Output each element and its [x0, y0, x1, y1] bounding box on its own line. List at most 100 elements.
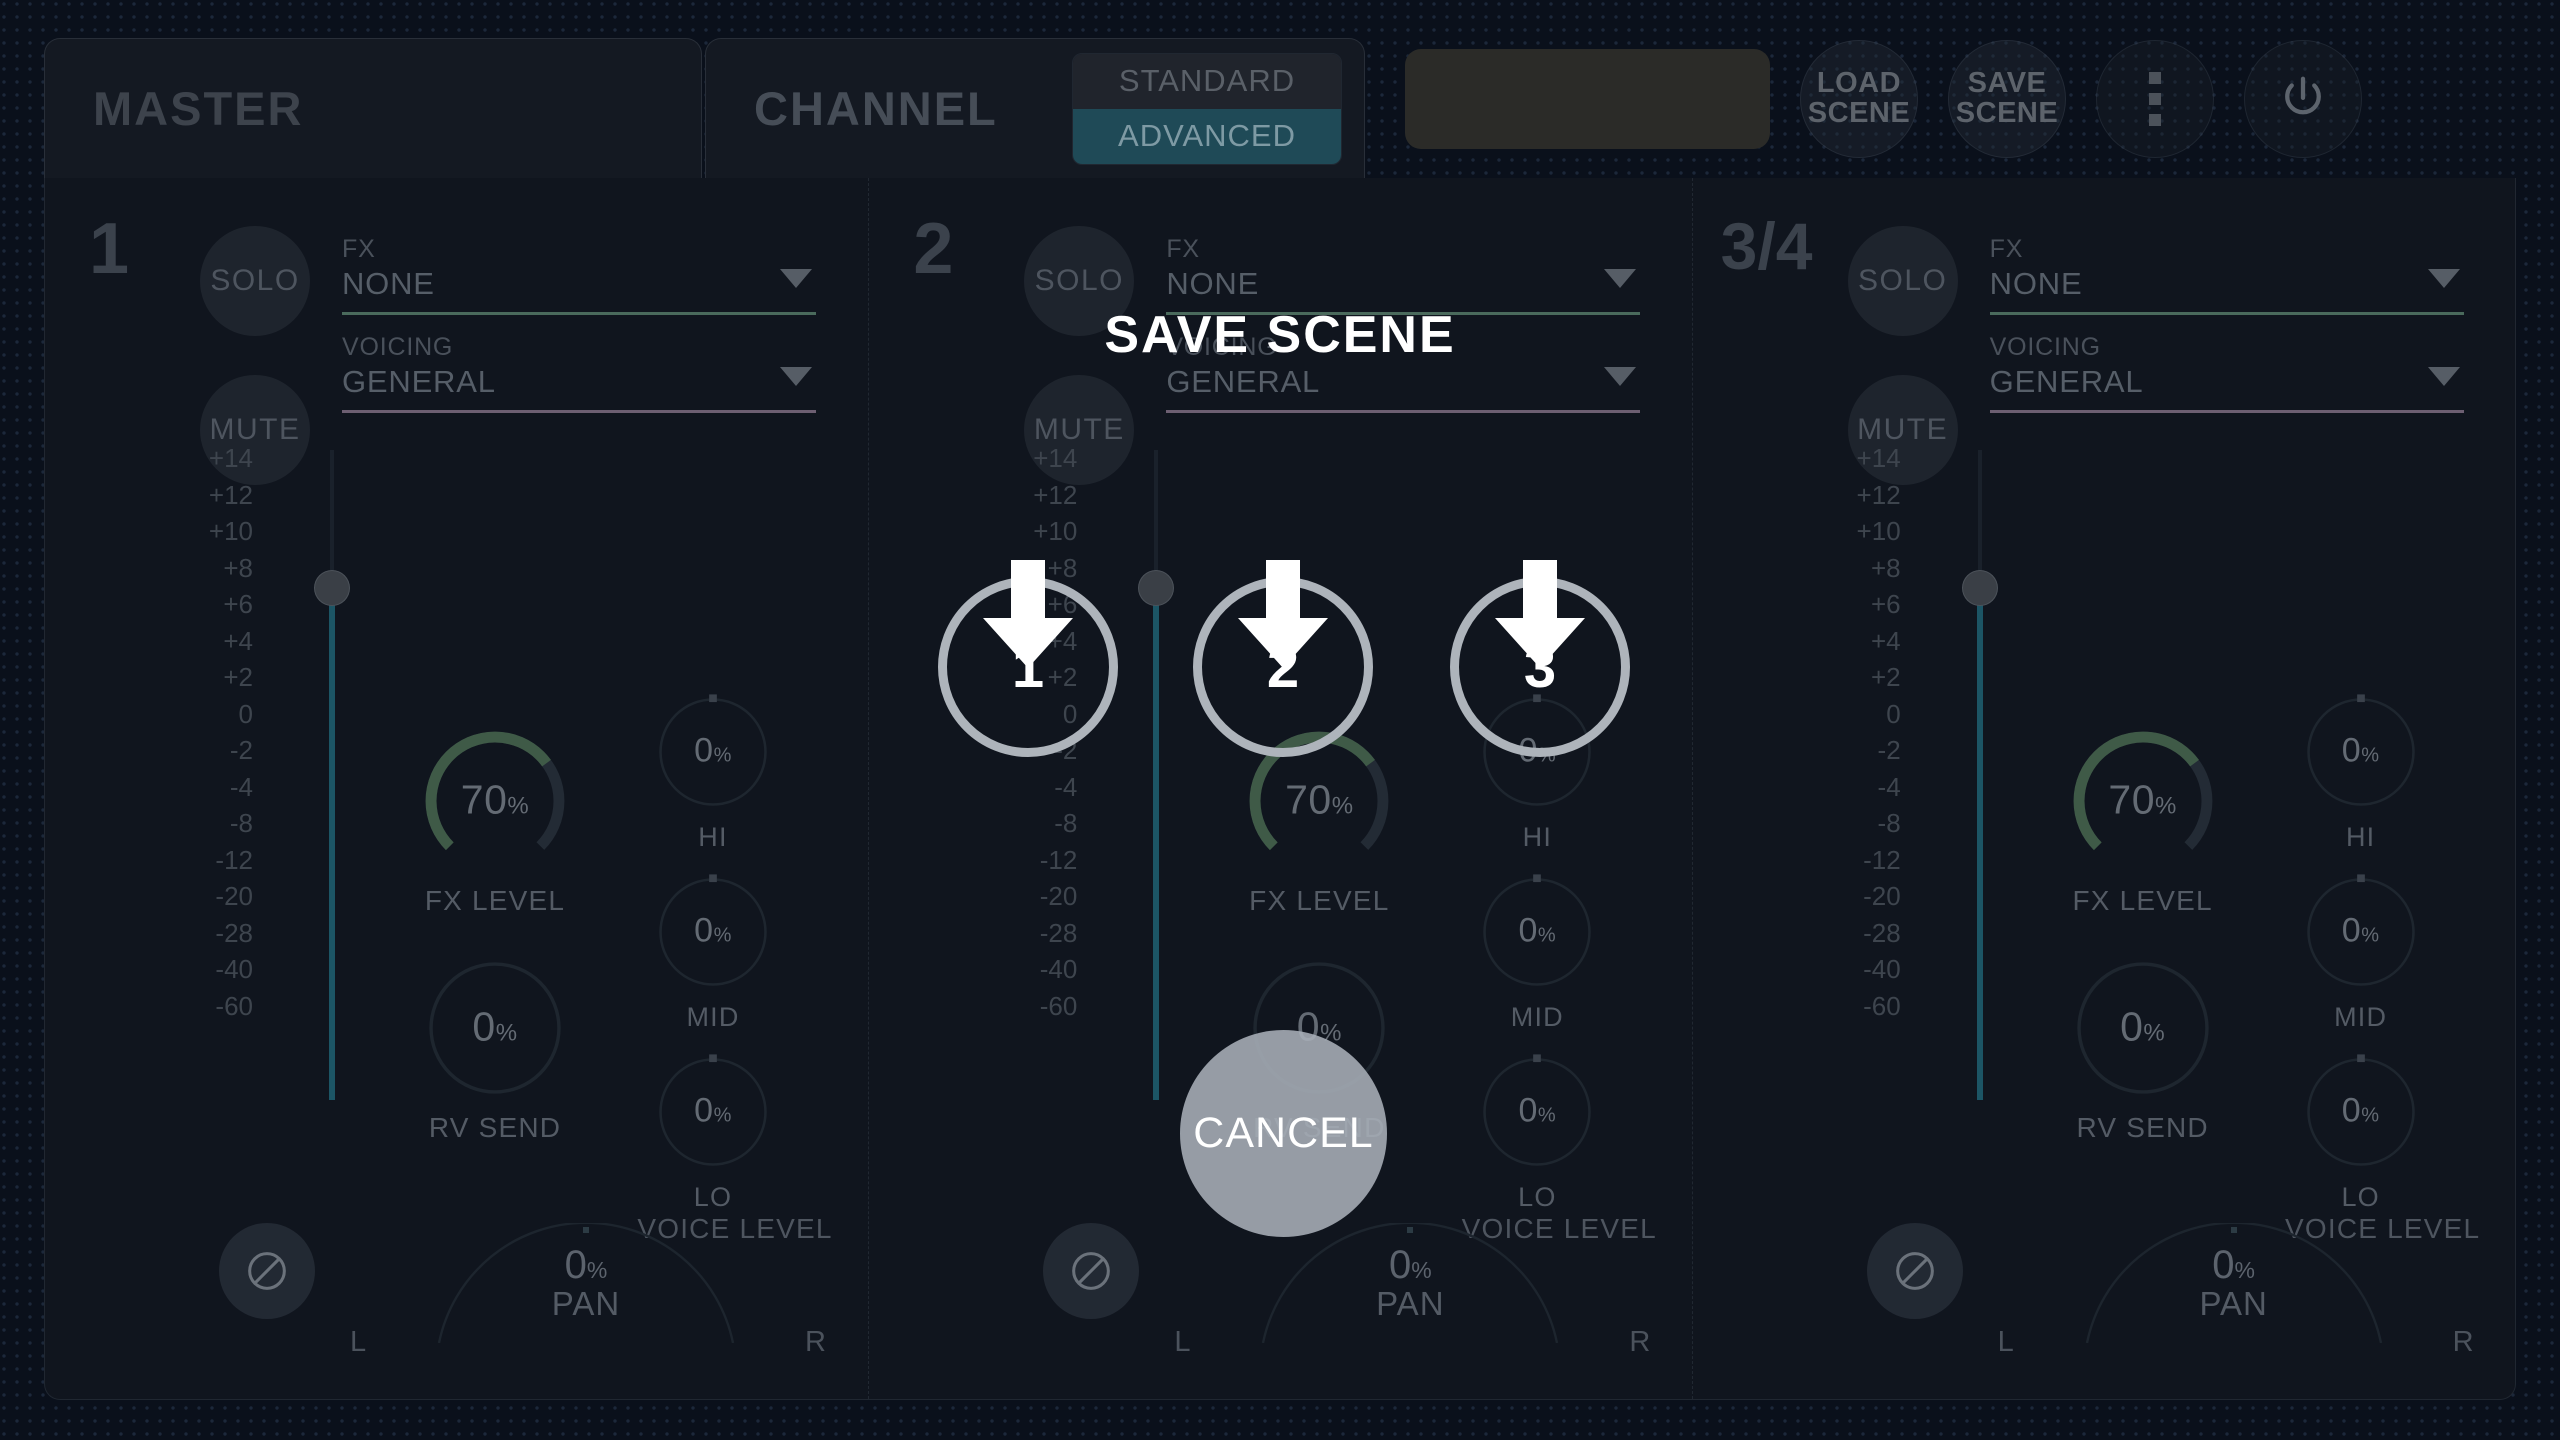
- channel-2-fx-caption: FX: [1166, 235, 1200, 263]
- mixer-app: MASTER CHANNEL STANDARD ADVANCED LOAD SC…: [0, 0, 2560, 1440]
- fader-tick: -40: [1863, 954, 1901, 984]
- view-mode-advanced[interactable]: ADVANCED: [1073, 108, 1341, 164]
- scene-slot-2-button[interactable]: 2: [1193, 577, 1373, 757]
- power-icon: [2285, 76, 2321, 115]
- pan-label: PAN: [551, 1285, 621, 1322]
- fx-level-value: 70%: [2108, 776, 2177, 823]
- channel-2-voicing-value: GENERAL: [1166, 364, 1321, 399]
- channel-1-fx-dropdown[interactable]: FX NONE: [342, 235, 816, 315]
- channel-1-eq-hi-knob[interactable]: 0% HI: [649, 688, 777, 853]
- scene-slot-3-button[interactable]: 3: [1450, 577, 1630, 757]
- channel-2-phase-invert-button[interactable]: [1043, 1223, 1140, 1319]
- pan-arc: 0% PAN: [421, 1221, 751, 1344]
- channel-1-fx-level-knob[interactable]: 70% FX LEVEL: [417, 723, 573, 917]
- channel-3-4-fader-scale: +14 +12 +10 +8 +6 +4 +2 0 -2 -4 -8 -12 -…: [1821, 440, 1901, 1024]
- channel-1-pan-control[interactable]: 0% PAN: [421, 1221, 751, 1344]
- channel-3-4-fx-dropdown[interactable]: FX NONE: [1989, 235, 2464, 315]
- channel-2-eq-lo-knob[interactable]: 0% LO: [1473, 1048, 1601, 1213]
- channel-2-pan-control[interactable]: 0% PAN: [1245, 1221, 1575, 1344]
- channel-3-4-fx-value: NONE: [1989, 266, 2083, 301]
- channel-1-eq-lo-knob[interactable]: 0% LO: [649, 1048, 777, 1213]
- eq-hi-label: HI: [698, 822, 728, 852]
- eq-hi-label: HI: [1522, 822, 1553, 852]
- fader-tick: +14: [208, 443, 253, 473]
- load-scene-label-2: SCENE: [1807, 97, 1911, 129]
- channel-3-4-voicing-dropdown[interactable]: VOICING GENERAL: [1989, 333, 2464, 413]
- save-scene-button[interactable]: SAVE SCENE: [1948, 40, 2066, 158]
- channel-3-4-pan-control[interactable]: 0% PAN: [2069, 1221, 2399, 1344]
- chevron-down-icon: [1604, 367, 1637, 386]
- channel-1-eq-mid-knob[interactable]: 0% MID: [649, 868, 777, 1033]
- channel-1-rv-send-knob[interactable]: 0% RV SEND: [417, 950, 573, 1144]
- save-scene-label-1: SAVE: [1967, 67, 2047, 100]
- view-mode-standard[interactable]: STANDARD: [1073, 53, 1341, 109]
- power-button[interactable]: [2244, 40, 2362, 158]
- view-mode-toggle[interactable]: STANDARD ADVANCED: [1072, 52, 1342, 165]
- load-scene-button[interactable]: LOAD SCENE: [1800, 40, 1918, 158]
- eq-mid-label: MID: [2334, 1002, 2388, 1032]
- rv-send-dial: 0%: [2065, 950, 2221, 1106]
- eq-mid-value: 0%: [694, 911, 732, 950]
- phase-invert-icon: [1895, 1252, 1934, 1290]
- channel-3-4-eq-hi-knob[interactable]: 0% HI: [2297, 688, 2425, 853]
- fader-tick: -2: [1877, 735, 1901, 765]
- channel-3-4-voicing-value: GENERAL: [1989, 364, 2144, 399]
- fader-handle[interactable]: [1961, 570, 1998, 606]
- channel-1-solo-button[interactable]: SOLO: [200, 226, 310, 336]
- fx-level-dial: 70%: [2065, 723, 2221, 879]
- channel-2-voicing-underline: [1166, 410, 1641, 413]
- channel-1-voicing-dropdown[interactable]: VOICING GENERAL: [342, 333, 816, 413]
- pan-value: 0%: [2212, 1243, 2255, 1287]
- fader-tick: +2: [1871, 662, 1901, 692]
- channel-3-4-fx-caption: FX: [1989, 235, 2024, 263]
- eq-lo-value: 0%: [1518, 1091, 1557, 1130]
- phase-invert-icon: [1072, 1252, 1111, 1290]
- channel-2-eq-mid-knob[interactable]: 0% MID: [1473, 868, 1601, 1033]
- channel-1-fader-scale: +14 +12 +10 +8 +6 +4 +2 0 -2 -4 -8 -12 -…: [173, 440, 253, 1024]
- channel-2-fx-dropdown[interactable]: FX NONE: [1166, 235, 1641, 315]
- pan-arc: 0% PAN: [2069, 1221, 2399, 1344]
- chevron-down-icon: [780, 269, 812, 288]
- load-scene-label-1: LOAD: [1816, 67, 1902, 100]
- channel-3-4-fx-level-knob[interactable]: 70% FX LEVEL: [2065, 723, 2221, 917]
- tab-master[interactable]: MASTER: [44, 38, 702, 178]
- fader-tick: +10: [1856, 516, 1901, 546]
- chevron-down-icon: [780, 367, 812, 386]
- channel-1-fx-underline: [342, 312, 816, 315]
- channel-2-fader[interactable]: [1138, 450, 1175, 1100]
- channel-2-pan-left-label: L: [1174, 1326, 1191, 1358]
- channel-3-4-eq-lo-knob[interactable]: 0% LO: [2297, 1048, 2425, 1213]
- fx-level-value: 70%: [1285, 776, 1354, 823]
- channel-3-4-eq-mid-knob[interactable]: 0% MID: [2297, 868, 2425, 1033]
- cancel-button[interactable]: CANCEL: [1180, 1030, 1387, 1237]
- channel-1-voicing-underline: [342, 410, 816, 413]
- channel-2-voicing-dropdown[interactable]: VOICING GENERAL: [1166, 333, 1641, 413]
- overflow-menu-button[interactable]: [2096, 40, 2214, 158]
- channel-3-4-solo-button[interactable]: SOLO: [1847, 226, 1958, 336]
- channel-3-4-phase-invert-button[interactable]: [1866, 1223, 1963, 1319]
- fader-tick: +12: [208, 479, 253, 510]
- fader-tick: -4: [1054, 771, 1078, 802]
- chevron-down-icon: [2427, 367, 2460, 386]
- channel-2-pan-right-label: R: [1629, 1326, 1651, 1358]
- scene-name-field[interactable]: [1405, 49, 1770, 149]
- channel-2-number: 2: [913, 209, 954, 289]
- channel-2-solo-button[interactable]: SOLO: [1024, 226, 1135, 336]
- fader-handle[interactable]: [314, 570, 350, 606]
- fader-tick: +4: [223, 625, 253, 656]
- channel-3-4-voicing-caption: VOICING: [1989, 333, 2101, 361]
- eq-hi-dial: 0%: [649, 688, 777, 816]
- channel-3-4-fader[interactable]: [1961, 450, 1998, 1100]
- scene-slot-1-button[interactable]: 1: [938, 577, 1118, 757]
- fader-handle[interactable]: [1138, 570, 1175, 606]
- eq-mid-value: 0%: [2341, 911, 2380, 950]
- tab-channel[interactable]: CHANNEL STANDARD ADVANCED: [705, 38, 1365, 178]
- fx-level-dial: 70%: [417, 723, 573, 879]
- channel-1-phase-invert-button[interactable]: [219, 1223, 315, 1319]
- fader-tick: +14: [1033, 443, 1078, 473]
- channel-3-4-rv-send-knob[interactable]: 0% RV SEND: [2065, 950, 2221, 1144]
- phase-invert-icon: [248, 1252, 286, 1290]
- rv-send-dial: 0%: [417, 950, 573, 1106]
- channel-1-fader[interactable]: [314, 450, 350, 1100]
- fader-tick: +10: [208, 516, 253, 546]
